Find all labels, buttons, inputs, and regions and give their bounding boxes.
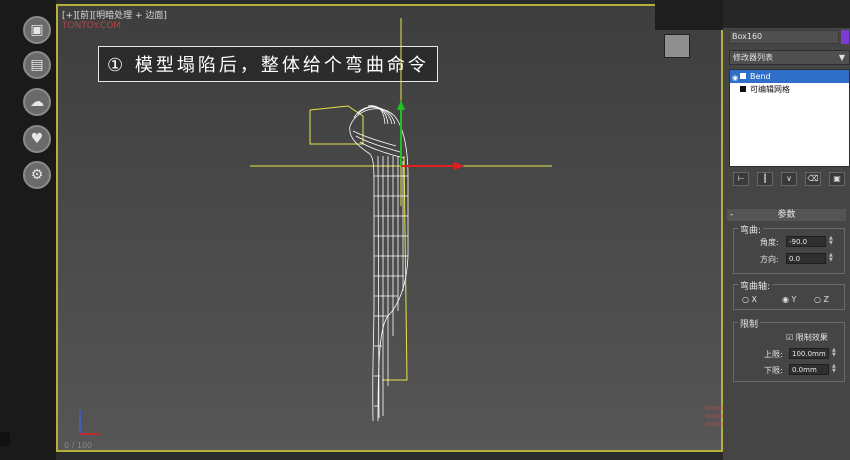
object-color-swatch[interactable]: [841, 30, 849, 44]
stack-item-bend[interactable]: ◉ Bend: [730, 70, 849, 83]
scene-canvas: [79, 18, 552, 435]
modifier-list-dropdown[interactable]: 修改器列表 ▼: [729, 50, 850, 65]
panel-tabs[interactable]: [723, 0, 850, 28]
direction-spinner-arrows[interactable]: ▲ ▼: [829, 253, 835, 264]
object-name-field[interactable]: Box160: [729, 30, 839, 44]
modifier-stack[interactable]: ◉ Bend 可编辑网格: [729, 69, 850, 167]
angle-label: 角度:: [760, 238, 779, 247]
make-unique-icon[interactable]: ∨: [781, 172, 797, 186]
modify-panel: Box160 修改器列表 ▼ ◉ Bend 可编辑网格 ⊢ ┃ ∨ ⌫ ▣ - …: [723, 0, 850, 460]
corner-block: [0, 432, 10, 446]
stack-item-label: Bend: [750, 72, 771, 81]
axis-y-radio[interactable]: ◉ Y: [782, 295, 796, 304]
upper-spinner-arrows[interactable]: ▲ ▼: [832, 348, 838, 359]
parameters-rollout-header[interactable]: - 参数: [727, 209, 846, 221]
chevron-down-icon: ▼: [838, 53, 845, 62]
wireframe-mesh: [349, 105, 409, 422]
expand-icon[interactable]: [740, 86, 746, 92]
stack-toolbar: ⊢ ┃ ∨ ⌫ ▣: [733, 172, 845, 186]
frame-counter: 0 / 100: [64, 441, 93, 450]
stack-item-editable-mesh[interactable]: 可编辑网格: [730, 83, 849, 96]
upper-limit-input[interactable]: 100.0mm: [789, 348, 829, 359]
remove-modifier-icon[interactable]: ⌫: [805, 172, 821, 186]
limits-group: 限制 ☑ 限制效果 上限: 100.0mm ▲ ▼ 下限: 0.0mm ▲ ▼: [733, 317, 845, 382]
gear-icon[interactable]: ⚙: [23, 161, 51, 189]
limits-group-title: 限制: [738, 317, 761, 330]
title-bar-dark: [655, 0, 725, 30]
direction-label: 方向:: [760, 255, 779, 264]
expand-icon[interactable]: [740, 73, 746, 79]
watermark-logo: [705, 406, 723, 426]
bend-group: 弯曲: 角度: -90.0 ▲ ▼ 方向: 0.0 ▲ ▼: [733, 223, 845, 274]
show-end-result-icon[interactable]: ┃: [757, 172, 773, 186]
object-preview: [664, 34, 690, 58]
bend-gizmo-top: [309, 105, 364, 145]
axis-x-radio[interactable]: ○ X: [742, 295, 757, 304]
lower-limit-input[interactable]: 0.0mm: [789, 364, 829, 375]
stack-item-label: 可编辑网格: [750, 85, 790, 94]
bend-group-title: 弯曲:: [738, 223, 764, 236]
direction-input[interactable]: 0.0: [786, 253, 826, 264]
heart-icon[interactable]: ♥: [23, 125, 51, 153]
limit-effect-checkbox[interactable]: ☑ 限制效果: [786, 332, 828, 343]
x-axis-head: [454, 162, 464, 170]
configure-sets-icon[interactable]: ▣: [829, 172, 845, 186]
lower-limit-label: 下限:: [764, 366, 783, 375]
y-axis-head: [397, 100, 405, 110]
left-toolbar: ▣ ▤ ☁ ♥ ⚙: [0, 0, 56, 460]
lower-spinner-arrows[interactable]: ▲ ▼: [832, 364, 838, 375]
document-icon[interactable]: ▤: [23, 51, 51, 79]
axis-z-radio[interactable]: ○ Z: [814, 295, 829, 304]
modifier-list-label: 修改器列表: [733, 53, 773, 62]
angle-input[interactable]: -90.0: [786, 236, 826, 247]
rollout-title: 参数: [777, 210, 796, 220]
bend-axis-group: 弯曲轴: ○ X ◉ Y ○ Z: [733, 279, 845, 310]
axis-group-title: 弯曲轴:: [738, 279, 773, 292]
collapse-icon: -: [730, 210, 734, 220]
front-viewport[interactable]: [+][前][明暗处理 + 边面] TONTOY.COM ① 模型塌陷后，整体给…: [56, 4, 723, 452]
angle-spinner-arrows[interactable]: ▲ ▼: [829, 236, 835, 247]
pin-stack-icon[interactable]: ⊢: [733, 172, 749, 186]
cube-icon[interactable]: ▣: [23, 16, 51, 44]
cloud-icon[interactable]: ☁: [23, 88, 51, 116]
upper-limit-label: 上限:: [764, 350, 783, 359]
